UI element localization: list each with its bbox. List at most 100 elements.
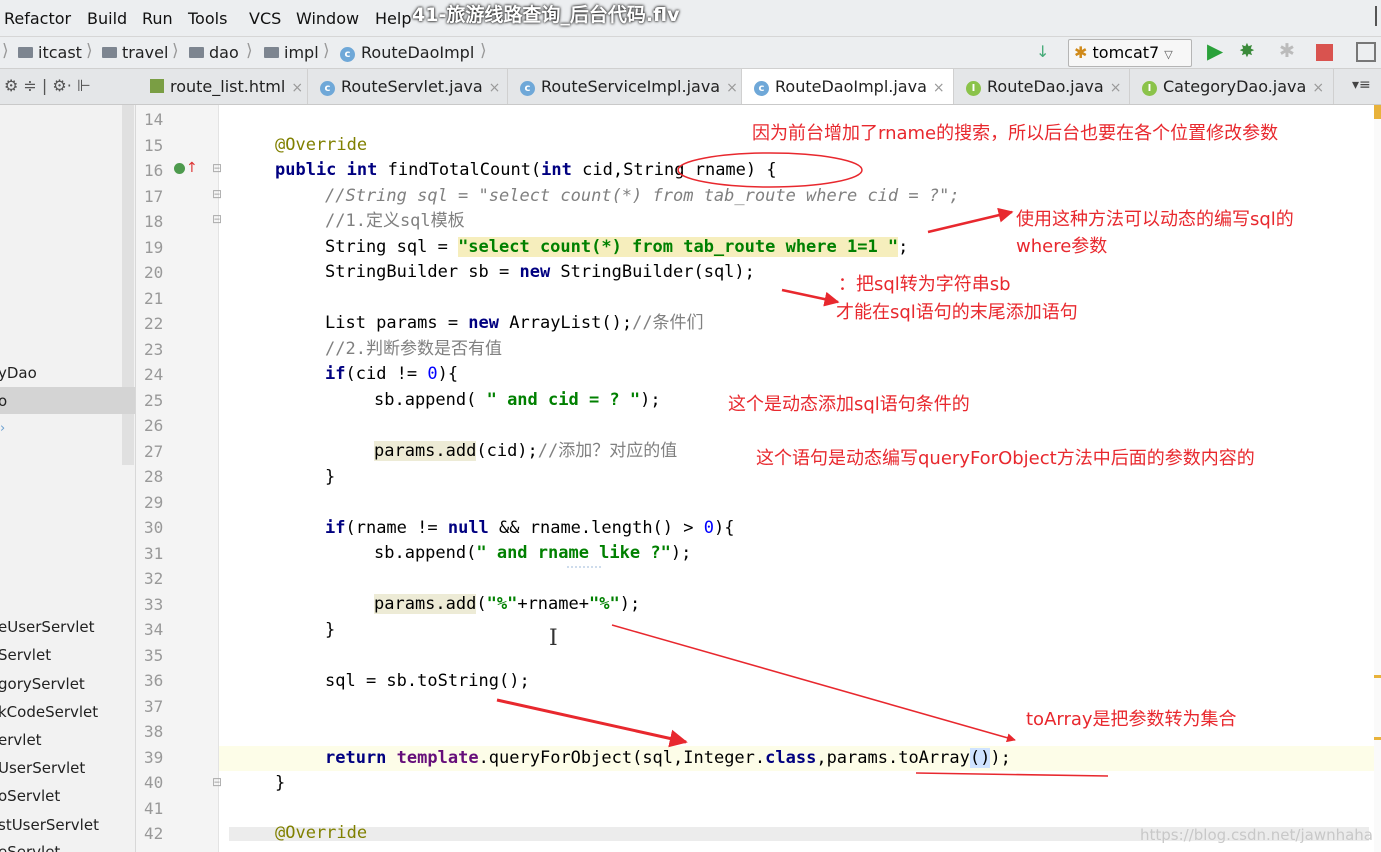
line-number: 30 [144,518,164,537]
line-number: 35 [144,646,164,665]
line-number: 38 [144,722,164,741]
editor-tab-bar: ⚙ ≑ | ⚙· ⊩ route_list.html × c RouteServle… [0,69,1381,105]
tree-item[interactable]: kCodeServlet [0,703,98,721]
tomcat-icon: ✱ [1074,43,1088,62]
code-line-34: } [325,620,336,640]
annotation-queryforobject-params: 这个语句是动态编写queryForObject方法中后面的参数内容的 [756,448,1255,469]
close-icon[interactable]: × [291,80,303,96]
tree-item[interactable]: eServlet [0,843,60,852]
menu-window[interactable]: Window [296,9,359,28]
tab-overflow-icon[interactable]: ▾≡ [1352,77,1371,93]
tab-routeserviceimpl[interactable]: c RouteServiceImpl.java × [508,69,742,104]
code-line-16: public int findTotalCount(int cid,String… [275,160,777,180]
tab-routeservlet[interactable]: c RouteServlet.java × [308,69,508,104]
line-number: 22 [144,314,164,333]
tab-categorydao[interactable]: I CategoryDao.java × [1130,69,1334,104]
tree-item[interactable]: yDao [0,364,37,382]
run-icon[interactable]: ▶ [1207,39,1223,63]
tree-item[interactable]: stUserServlet [0,816,99,834]
line-number: 20 [144,263,164,282]
code-line-19: String sql = "select count(*) from tab_r… [325,237,909,257]
code-line-30: if(rname != null && rname.length() > 0){ [325,518,735,538]
code-line-33: params.add("%"+rname+"%"); [374,594,641,614]
menu-vcs[interactable]: VCS [249,9,281,28]
folder-icon [264,47,279,58]
line-number: 36 [144,671,164,690]
watermark: https://blog.csdn.net/jawnhaha [1140,826,1373,844]
selected-row-highlight [0,387,135,414]
tree-item[interactable]: UserServlet [0,759,85,777]
code-line-27: params.add(cid);//添加？对应的值 [374,441,678,461]
close-icon[interactable]: × [1312,80,1324,96]
close-icon[interactable]: × [1110,80,1122,96]
breadcrumb-dao[interactable]: dao [189,43,239,62]
stop-icon[interactable] [1316,44,1333,61]
project-tree: yDao o › eUserServlet Servlet goryServle… [0,105,136,852]
tab-route-list-html[interactable]: route_list.html × [138,69,308,104]
annotation-sql-to-sb: ：把sql转为字符串sb [838,274,1011,295]
line-number: 21 [144,289,164,308]
project-structure-icon[interactable] [1356,42,1376,62]
tree-item[interactable]: goryServlet [0,675,85,693]
code-line-22: List params = new ArrayList();//条件们 [325,313,704,333]
line-number: 39 [144,748,164,767]
code-line-25: sb.append( " and cid = ? "); [374,390,661,410]
implements-icon[interactable] [174,163,185,174]
tree-item[interactable]: oServlet [0,787,60,805]
class-icon: c [754,81,769,96]
close-icon[interactable]: × [933,80,945,96]
close-icon[interactable]: × [489,80,501,96]
run-config-select[interactable]: ✱ tomcat7 ▽ [1068,39,1192,67]
tree-item[interactable]: ervlet [0,731,42,749]
line-number: 40 [144,773,164,792]
tree-item[interactable]: Servlet [0,646,51,664]
line-number: 14 [144,110,164,129]
code-line-24: if(cid != 0){ [325,364,459,384]
class-icon: c [520,81,535,96]
line-number: 26 [144,416,164,435]
code-line-40: } [275,773,286,793]
breadcrumb-itcast[interactable]: itcast [18,43,82,62]
menu-help[interactable]: Help [375,9,411,28]
class-icon: c [320,81,335,96]
annotation-toarray: toArray是把参数转为集合 [1026,709,1237,730]
tab-routedao[interactable]: I RouteDao.java × [954,69,1130,104]
annotation-append-end: 才能在sql语句的末尾添加语句 [836,302,1078,323]
tab-routedaoimpl[interactable]: c RouteDaoImpl.java × [742,69,954,104]
menu-run[interactable]: Run [142,9,173,28]
breadcrumb-separator-icon: ⟩ [172,41,179,61]
video-title-overlay: 41-旅游线路查询_后台代码.flv [412,4,680,26]
menu-build[interactable]: Build [87,9,127,28]
tree-item[interactable]: o [0,392,7,410]
breadcrumb-separator-icon: ⟩ [323,41,330,61]
breadcrumb-impl[interactable]: impl [264,43,319,62]
breadcrumb-separator-icon: ⟩ [246,41,253,61]
code-line-18: //1.定义sql模板 [325,211,465,231]
close-icon[interactable]: × [726,80,738,96]
html-file-icon [150,79,164,93]
code-line-17: //String sql = "select count(*) from tab… [325,186,960,206]
interface-icon: I [966,81,981,96]
breadcrumb-routedaoimpl[interactable]: c RouteDaoImpl [340,43,474,62]
line-number: 19 [144,238,164,257]
menu-tools[interactable]: Tools [188,9,227,28]
folder-icon [102,47,117,58]
line-number: 34 [144,620,164,639]
window-controls [1375,6,1377,26]
tree-item[interactable]: eUserServlet [0,618,95,636]
marker [1374,737,1381,740]
debug-icon[interactable]: ✸ [1239,40,1255,62]
sort-icon[interactable]: ↓ [1036,42,1049,61]
menu-bar: Refactor Build Run Tools VCS Window Help… [0,0,1381,37]
annotation-dynamic-sql: 使用这种方法可以动态的编写sql的 [1016,209,1294,230]
coverage-icon[interactable]: ✱ [1279,40,1295,62]
annotation-where-param: where参数 [1016,236,1108,257]
folder-icon [18,47,33,58]
code-line-28: } [325,467,336,487]
navigation-bar: ⟩ itcast ⟩ travel ⟩ dao ⟩ impl ⟩ c RouteD… [0,37,1381,69]
right-scroll-strip[interactable] [1374,105,1381,852]
line-number: 31 [144,544,164,563]
menu-refactor[interactable]: Refactor [4,9,71,28]
line-number: 37 [144,697,164,716]
breadcrumb-travel[interactable]: travel [102,43,168,62]
